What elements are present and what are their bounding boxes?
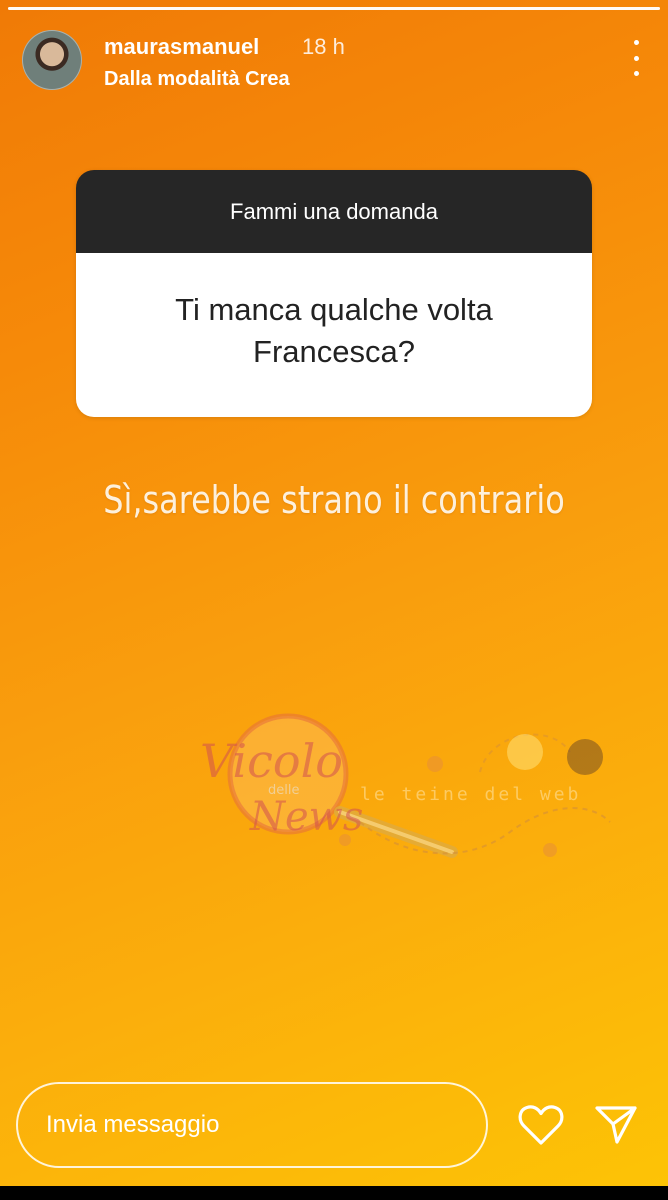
story-header: maurasmanuel 18 h Dalla modalità Crea <box>22 30 646 92</box>
more-vertical-icon <box>633 71 639 76</box>
heart-icon[interactable] <box>518 1104 564 1146</box>
question-sticker-title: Fammi una domanda <box>76 170 592 253</box>
more-vertical-icon <box>633 40 639 45</box>
question-sticker-body: Ti manca qualche volta Francesca? <box>76 253 592 417</box>
story-subtitle[interactable]: Dalla modalità Crea <box>104 68 290 91</box>
svg-text:Vicolo: Vicolo <box>200 734 343 788</box>
question-text: Ti manca qualche volta Francesca? <box>175 292 493 369</box>
post-time: 18 h <box>302 34 345 59</box>
more-options-button[interactable] <box>624 40 648 76</box>
reply-bar <box>0 1082 668 1172</box>
story-progress-bar <box>8 7 660 10</box>
watermark-logo: Vicolo delle News le teine del web <box>200 713 611 858</box>
story-viewer[interactable]: maurasmanuel 18 h Dalla modalità Crea Fa… <box>0 0 668 1200</box>
story-progress-fill <box>8 7 660 10</box>
svg-text:le teine del web: le teine del web <box>360 784 581 805</box>
answer-text: Sì,sarebbe strano il contrario <box>103 478 565 522</box>
send-icon[interactable] <box>594 1104 638 1146</box>
question-sticker: Fammi una domanda Ti manca qualche volta… <box>76 170 592 417</box>
system-nav-bar <box>0 1186 668 1200</box>
username[interactable]: maurasmanuel <box>104 34 259 60</box>
avatar[interactable] <box>22 30 82 90</box>
message-input[interactable] <box>16 1082 488 1168</box>
more-vertical-icon <box>633 55 639 61</box>
svg-text:News: News <box>249 794 363 840</box>
